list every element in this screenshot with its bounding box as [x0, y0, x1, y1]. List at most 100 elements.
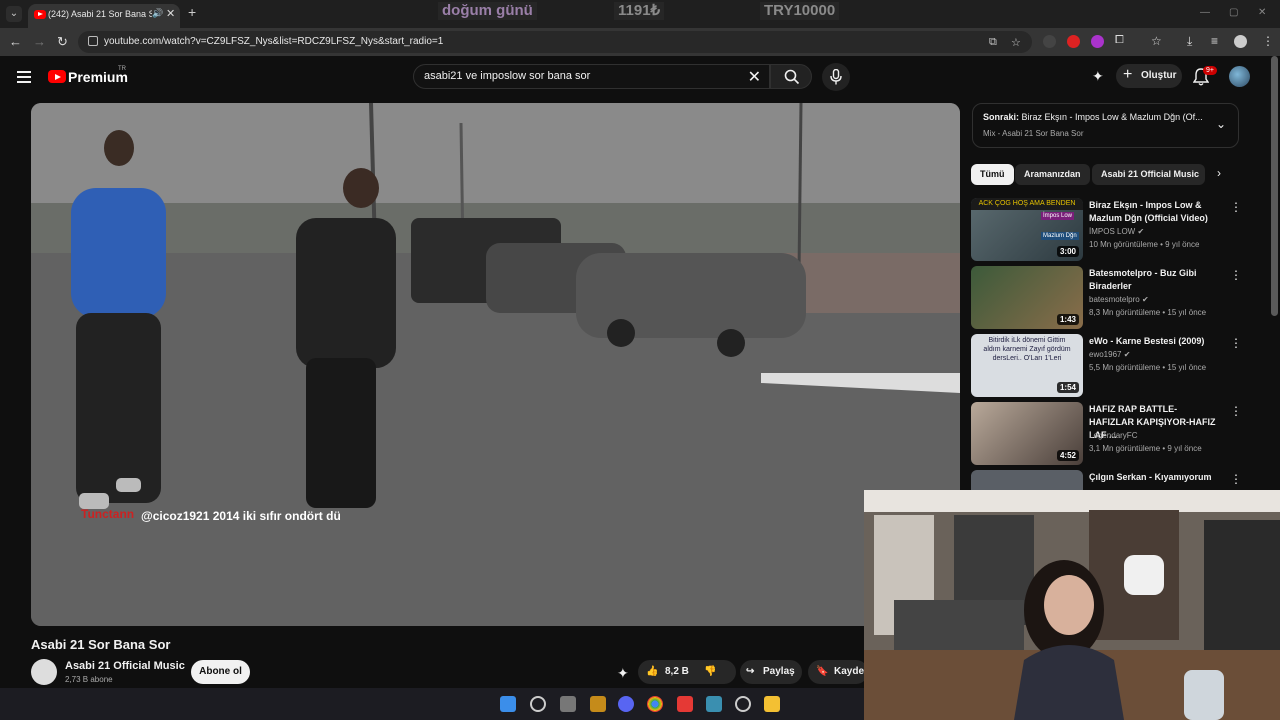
more-actions-icon[interactable]: ⋮	[1230, 472, 1241, 486]
playlist-panel[interactable]: Sonraki: Biraz Ekşın - Impos Low & Mazlu…	[972, 103, 1239, 148]
video-duration: 3:00	[1056, 246, 1079, 257]
menu-icon[interactable]	[17, 71, 31, 86]
channel-name[interactable]: Asabi 21 Official Music	[65, 660, 185, 672]
maximize-icon[interactable]: ▢	[1229, 7, 1238, 18]
more-actions-icon[interactable]: ⋮	[1230, 404, 1242, 418]
page-scrollbar[interactable]	[1271, 56, 1278, 316]
app-icon[interactable]	[677, 696, 693, 712]
channel-label: ewo1967	[1089, 350, 1122, 359]
extensions-puzzle-icon[interactable]: ⧠	[1115, 34, 1124, 47]
minimize-icon[interactable]: —	[1200, 7, 1210, 18]
next-prefix: Sonraki:	[983, 112, 1020, 122]
app-icon[interactable]	[706, 696, 722, 712]
notification-badge: 9+	[1203, 66, 1217, 75]
video-thumbnail[interactable]: 1:43	[971, 266, 1083, 329]
plus-icon: +	[1123, 66, 1133, 83]
recommendation-channel[interactable]: İMPOS LOW ✔	[1089, 227, 1144, 236]
thumbs-down-icon[interactable]: 👎	[704, 660, 716, 684]
subscribe-button[interactable]: Abone ol	[191, 660, 250, 684]
url-text: youtube.com/watch?v=CZ9LFSZ_Nys&list=RDC…	[104, 36, 444, 47]
speaker-icon[interactable]: 🔊	[152, 8, 163, 19]
more-actions-icon[interactable]: ⋮	[1230, 200, 1242, 214]
tab-search-button[interactable]: ⌄	[6, 6, 22, 22]
webcam-image	[864, 490, 1280, 720]
recommendation-item[interactable]: Çılgın Serkan - Kıyamıyorum ⋮	[971, 470, 1241, 490]
site-info-icon[interactable]	[88, 36, 98, 46]
profile-icon[interactable]	[1234, 35, 1247, 48]
more-actions-icon[interactable]: ⋮	[1230, 268, 1242, 282]
extension-icon[interactable]	[1067, 35, 1080, 48]
logo-region: TR	[118, 66, 126, 72]
download-icon[interactable]: ⤓	[1187, 34, 1192, 49]
recommendation-item[interactable]: 4:52 HAFIZ RAP BATTLE-HAFIZLAR KAPIŞIYOR…	[971, 402, 1242, 466]
chip-from-search[interactable]: Aramanızdan	[1015, 164, 1090, 185]
more-actions-icon[interactable]: ⋮	[1230, 336, 1242, 350]
windows-taskbar	[0, 688, 864, 720]
close-tab-icon[interactable]: ✕	[166, 7, 175, 20]
cast-icon[interactable]: ⧉	[989, 36, 997, 49]
magic-icon[interactable]: ✦	[617, 665, 629, 682]
create-label: Oluştur	[1141, 70, 1177, 81]
recommendation-title[interactable]: Çılgın Serkan - Kıyamıyorum	[1089, 471, 1219, 484]
save-label: Kaydet	[834, 666, 868, 677]
recommendation-channel[interactable]: batesmotelpro ✔	[1089, 295, 1149, 304]
discord-icon[interactable]	[618, 696, 634, 712]
forward-arrow-icon[interactable]: →	[33, 34, 46, 49]
reading-list-icon[interactable]: ≡	[1211, 34, 1218, 48]
save-button[interactable]: 🔖 Kaydet	[808, 660, 868, 684]
video-thumbnail[interactable]: 4:52	[971, 402, 1083, 465]
video-player[interactable]	[31, 103, 960, 626]
chevron-down-icon[interactable]: ⌄	[1216, 117, 1226, 131]
close-window-icon[interactable]: ✕	[1258, 7, 1266, 18]
app-icon[interactable]	[590, 696, 606, 712]
youtube-favicon-icon	[34, 10, 46, 19]
channel-avatar[interactable]	[31, 659, 57, 685]
recommendation-channel[interactable]: ewo1967 ✔	[1089, 350, 1130, 359]
bookmarks-icon[interactable]: ☆	[1151, 34, 1162, 48]
mix-label: Mix - Asabi 21 Sor Bana Sor	[983, 129, 1084, 138]
chrome-icon[interactable]	[647, 696, 663, 712]
video-thumbnail[interactable]: ACK ÇOG HOŞ AMA BENDEN İmpos Low Mazlum …	[971, 198, 1083, 261]
bookmark-star-icon[interactable]: ☆	[1011, 36, 1021, 49]
bookmark-icon: 🔖	[816, 666, 829, 677]
search-input[interactable]: asabi21 ve imposlow sor bana sor ✕	[413, 64, 770, 89]
obs-icon[interactable]	[735, 696, 751, 712]
reload-icon[interactable]: ↻	[57, 34, 68, 50]
donation-goal-label: doğum günü	[438, 2, 537, 20]
chip-all[interactable]: Tümü	[971, 164, 1014, 185]
recommendation-item[interactable]: ACK ÇOG HOŞ AMA BENDEN İmpos Low Mazlum …	[971, 198, 1242, 262]
more-menu-icon[interactable]: ⋮	[1262, 34, 1274, 48]
clear-search-icon[interactable]: ✕	[748, 67, 761, 87]
extension-icon[interactable]	[1091, 35, 1104, 48]
back-arrow-icon[interactable]: ←	[9, 34, 22, 49]
recommendation-title[interactable]: Biraz Ekşın - Impos Low & Mazlum Dğn (Of…	[1089, 199, 1219, 225]
share-arrow-icon: ↪	[746, 666, 755, 677]
voice-search-button[interactable]	[822, 63, 850, 91]
account-avatar[interactable]	[1229, 66, 1250, 87]
magic-icon[interactable]: ✦	[1092, 68, 1104, 85]
recommendation-title[interactable]: eWo - Karne Bestesi (2009)	[1089, 335, 1219, 348]
new-tab-button[interactable]: +	[188, 4, 196, 20]
create-button[interactable]: + Oluştur	[1116, 64, 1182, 88]
windows-start-icon[interactable]	[500, 696, 516, 712]
chip-channel[interactable]: Asabi 21 Official Music	[1092, 164, 1205, 185]
extension-icon[interactable]	[1043, 35, 1056, 48]
search-button[interactable]	[770, 64, 812, 89]
address-bar[interactable]: youtube.com/watch?v=CZ9LFSZ_Nys&list=RDC…	[78, 31, 1032, 53]
recommendation-channel[interactable]: LegendaryFC	[1089, 431, 1137, 440]
recommendation-item[interactable]: 1:43 Batesmotelpro - Buz Gibi Biraderler…	[971, 266, 1242, 330]
share-button[interactable]: ↪ Paylaş	[740, 660, 802, 684]
video-thumbnail[interactable]	[971, 470, 1083, 490]
thumbnail-note: Bitirdik iLk dönemi Gittim aldım karnemi…	[983, 337, 1071, 362]
chevron-right-icon[interactable]: ›	[1217, 166, 1221, 180]
task-view-icon[interactable]	[560, 696, 576, 712]
video-thumbnail[interactable]: Bitirdik iLk dönemi Gittim aldım karnemi…	[971, 334, 1083, 397]
recommendation-meta: 3,1 Mn görüntüleme • 9 yıl önce	[1089, 444, 1202, 453]
file-explorer-icon[interactable]	[764, 696, 780, 712]
search-icon[interactable]	[530, 696, 546, 712]
recommendation-item[interactable]: Bitirdik iLk dönemi Gittim aldım karnemi…	[971, 334, 1242, 398]
recommendation-title[interactable]: Batesmotelpro - Buz Gibi Biraderler	[1089, 267, 1219, 293]
browser-tab[interactable]: (242) Asabi 21 Sor Bana Sor 🔊 ✕	[28, 4, 180, 28]
like-count[interactable]: 8,2 B	[665, 660, 689, 684]
thumbs-up-icon[interactable]: 👍	[646, 660, 658, 684]
